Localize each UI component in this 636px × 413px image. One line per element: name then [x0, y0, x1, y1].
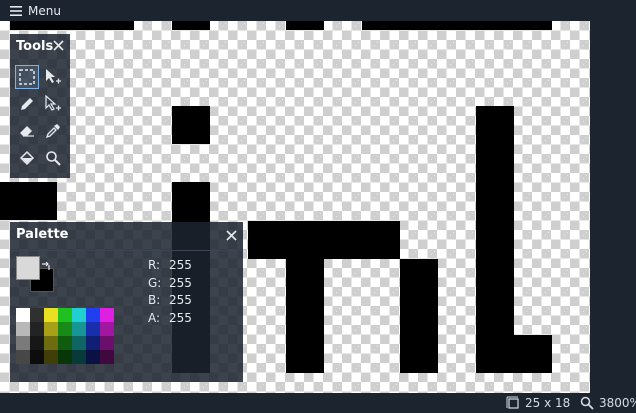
color-swatch[interactable]: [30, 350, 44, 364]
alpha-label: A:: [148, 311, 161, 325]
red-label: R:: [148, 258, 161, 272]
pixel: [400, 259, 438, 373]
zoom-text: 3800%: [599, 396, 636, 410]
paint-bucket-tool[interactable]: [16, 147, 38, 169]
color-swatch[interactable]: [30, 322, 44, 336]
color-swatch[interactable]: [72, 308, 86, 322]
color-swatch[interactable]: [16, 322, 30, 336]
color-swatch[interactable]: [58, 322, 72, 336]
eyedropper-icon: [45, 124, 60, 139]
color-swatch[interactable]: [100, 308, 114, 322]
color-swatch[interactable]: [16, 350, 30, 364]
red-value[interactable]: 255: [169, 258, 192, 272]
zoom-icon: [580, 396, 594, 410]
pixel: [476, 335, 552, 373]
color-swatch[interactable]: [30, 336, 44, 350]
palette-panel: Palette R: 255 G: 255 B: 255 A: 255: [10, 222, 243, 382]
menu-label: Menu: [28, 3, 61, 18]
blue-value[interactable]: 255: [169, 293, 192, 307]
palette-divider: [10, 250, 243, 251]
green-label: G:: [148, 276, 162, 290]
tools-panel-title: Tools: [16, 39, 54, 54]
move-tool[interactable]: [42, 93, 64, 115]
pencil-icon: [21, 98, 33, 110]
color-swatch[interactable]: [58, 350, 72, 364]
menu-button[interactable]: Menu: [10, 4, 61, 18]
status-bar: 25 x 18 3800%: [0, 393, 636, 413]
move-icon: [45, 95, 61, 111]
eraser-icon: [20, 126, 34, 137]
zoom-icon: [46, 151, 61, 166]
zoom-indicator[interactable]: 3800%: [580, 396, 636, 410]
rectangle-select-tool[interactable]: [15, 65, 39, 89]
color-swatch[interactable]: [44, 322, 58, 336]
top-bar: Menu: [0, 0, 636, 21]
color-swatch[interactable]: [58, 336, 72, 350]
pixel: [286, 21, 324, 30]
pixel: [172, 21, 210, 30]
swap-colors-icon: [42, 261, 50, 270]
color-swatch[interactable]: [44, 350, 58, 364]
canvas-size-indicator: 25 x 18: [506, 396, 570, 410]
color-swatch[interactable]: [100, 322, 114, 336]
zoom-tool[interactable]: [42, 147, 64, 169]
color-swatch[interactable]: [16, 308, 30, 322]
palette-close-button[interactable]: [226, 229, 237, 244]
color-swatch[interactable]: [30, 308, 44, 322]
color-swatch[interactable]: [100, 336, 114, 350]
color-swatch[interactable]: [44, 308, 58, 322]
tools-close-button[interactable]: [53, 39, 64, 54]
pixel: [476, 106, 514, 336]
color-swatch[interactable]: [44, 336, 58, 350]
alpha-value[interactable]: 255: [169, 311, 192, 325]
palette-panel-title: Palette: [16, 227, 69, 242]
color-swatch[interactable]: [86, 322, 100, 336]
color-swatch[interactable]: [86, 336, 100, 350]
pixel: [286, 259, 324, 373]
green-value[interactable]: 255: [169, 276, 192, 290]
canvas-size-text: 25 x 18: [525, 396, 571, 410]
rectangle-select-icon: [19, 69, 35, 85]
color-swatch[interactable]: [72, 350, 86, 364]
pixel: [362, 21, 552, 30]
tools-panel: Tools: [10, 34, 70, 178]
color-swatch[interactable]: [86, 308, 100, 322]
color-swatch[interactable]: [86, 350, 100, 364]
move-selection-icon: [46, 69, 61, 84]
blue-label: B:: [148, 293, 161, 307]
paint-bucket-icon: [19, 150, 35, 166]
color-swatch[interactable]: [58, 308, 72, 322]
color-swatch[interactable]: [16, 336, 30, 350]
resize-icon: [506, 396, 519, 409]
color-swatch[interactable]: [72, 322, 86, 336]
color-swatch[interactable]: [100, 350, 114, 364]
eyedropper-tool[interactable]: [42, 120, 64, 142]
pixel: [248, 221, 400, 259]
eraser-tool[interactable]: [16, 120, 38, 142]
pencil-tool[interactable]: [16, 93, 38, 115]
primary-color-swatch[interactable]: [16, 256, 40, 280]
pixel: [172, 106, 210, 144]
hamburger-icon: [10, 5, 22, 16]
swap-colors-button[interactable]: [41, 256, 51, 275]
canvas-gutter: [590, 21, 636, 393]
pixel: [10, 21, 134, 30]
pixel: [0, 182, 57, 220]
close-icon: [226, 230, 237, 241]
close-icon: [53, 40, 64, 51]
color-swatch[interactable]: [72, 336, 86, 350]
move-selection-tool[interactable]: [42, 66, 64, 88]
